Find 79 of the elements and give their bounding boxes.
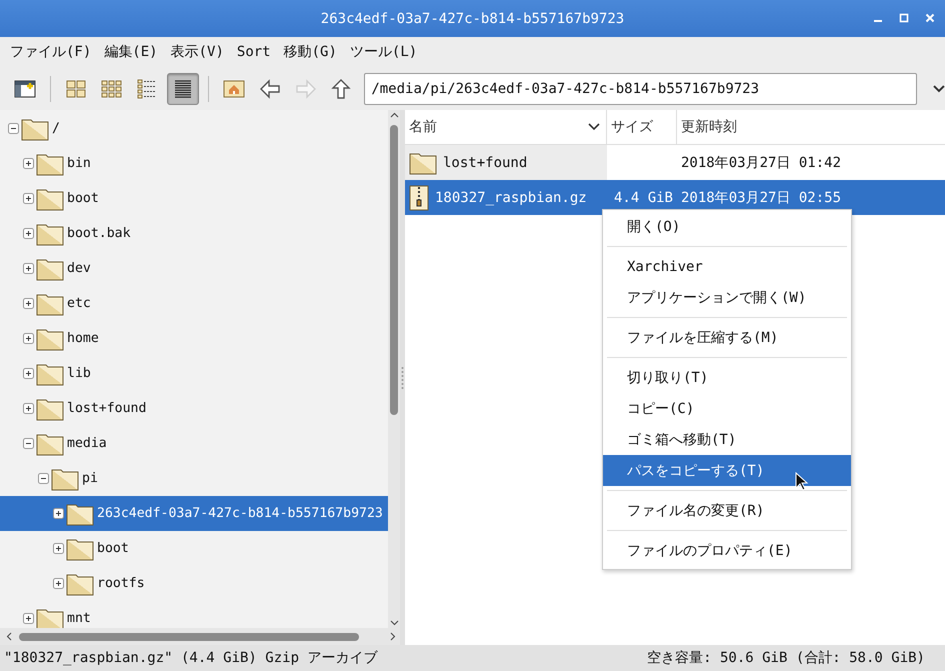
context-menu-item[interactable]: コピー(C) [603,393,851,424]
expander-icon[interactable] [23,263,34,274]
folder-icon [36,222,64,246]
menu-item[interactable]: ファイル(F) [10,43,92,61]
folder-icon [36,256,64,280]
folder-icon [66,572,94,596]
expander-icon[interactable] [38,473,49,484]
folder-icon [66,536,94,560]
splitter-handle-icon[interactable] [401,366,404,390]
expander-icon[interactable] [23,438,34,449]
sort-caret-icon[interactable] [588,123,600,131]
expander-icon[interactable] [23,298,34,309]
window-title: 263c4edf-03a7-427c-b814-b557167b9723 [320,10,624,26]
tree-item[interactable]: pi [0,461,388,496]
menu-item[interactable]: 表示(V) [170,43,224,61]
file-row[interactable]: lost+found 2018年03月27日 01:42 [405,145,945,180]
expander-icon[interactable] [23,613,34,624]
tree-item[interactable]: / [0,111,388,146]
expander-icon[interactable] [8,123,19,134]
context-menu-item[interactable]: 切り取り(T) [603,362,851,393]
tree-item[interactable]: etc [0,286,388,321]
expander-icon[interactable] [23,228,34,239]
tree-item[interactable]: lost+found [0,391,388,426]
folder-icon [36,152,64,176]
expander-icon[interactable] [23,333,34,344]
tree-item[interactable]: home [0,321,388,356]
tree-item[interactable]: rootfs [0,566,388,601]
folder-icon [36,432,64,456]
vertical-scrollbar[interactable] [388,110,400,628]
menu-item[interactable]: Sort [236,44,271,60]
context-menu-item[interactable]: Xarchiver [603,251,851,282]
tree-item[interactable]: boot [0,531,388,566]
tree-item[interactable]: mnt [0,601,388,628]
tree-item[interactable]: lib [0,356,388,391]
folder-icon [409,150,437,174]
folder-icon [51,466,79,490]
detail-view-button[interactable] [167,72,200,104]
menu-item[interactable]: 移動(G) [284,43,337,61]
tree-item[interactable]: bin [0,146,388,181]
expander-icon[interactable] [23,368,34,379]
column-header[interactable]: 名前 [405,110,607,144]
file-row[interactable]: 180327_raspbian.gz 4.4 GiB 2018年03月27日 02:55 [405,180,945,215]
folder-icon [36,292,64,316]
expander-icon[interactable] [53,543,64,554]
tree-item[interactable]: boot.bak [0,216,388,251]
free-space-text: 空き容量: 50.6 GiB (合計: 58.0 GiB) [647,649,925,667]
menu-item[interactable]: 編集(E) [104,43,158,61]
archive-file-icon [409,184,429,210]
expander-icon[interactable] [23,158,34,169]
dropdown-caret-icon[interactable] [933,84,945,92]
close-icon[interactable] [925,13,935,23]
path-field[interactable]: /media/pi/263c4edf-03a7-427c-b814-b557167b9723 [364,72,918,104]
folder-icon [21,116,49,140]
column-header[interactable]: 更新時刻 [677,110,945,144]
maximize-icon[interactable] [899,13,909,23]
context-menu-item[interactable]: ファイルを圧縮する(M) [603,322,851,353]
folder-icon [36,362,64,386]
folder-icon [66,502,94,526]
expander-icon[interactable] [23,403,34,414]
context-menu-item[interactable]: ゴミ箱へ移動(T) [603,424,851,455]
folder-icon [36,326,64,350]
menu-item[interactable]: ツール(L) [350,43,418,61]
folder-icon [36,396,64,420]
mouse-pointer-icon [795,472,809,492]
status-text: "180327_raspbian.gz" (4.4 GiB) Gzip アーカイブ [4,649,378,667]
column-header[interactable]: サイズ [607,110,677,144]
tree-item[interactable]: media [0,426,388,461]
expander-icon[interactable] [23,193,34,204]
context-menu-item[interactable]: ファイルのプロパティ(E) [603,535,851,566]
tree-item[interactable]: dev [0,251,388,286]
expander-icon[interactable] [53,508,64,519]
context-menu-item[interactable]: パスをコピーする(T) [603,455,851,486]
horizontal-scrollbar[interactable] [0,628,400,645]
context-menu-item[interactable]: アプリケーションで開く(W) [603,282,851,313]
context-menu-item[interactable]: ファイル名の変更(R) [603,495,851,526]
folder-icon [36,186,64,210]
expander-icon[interactable] [53,578,64,589]
tree-item[interactable]: boot [0,181,388,216]
tree-item[interactable]: 263c4edf-03a7-427c-b814-b557167b9723 [0,496,388,531]
